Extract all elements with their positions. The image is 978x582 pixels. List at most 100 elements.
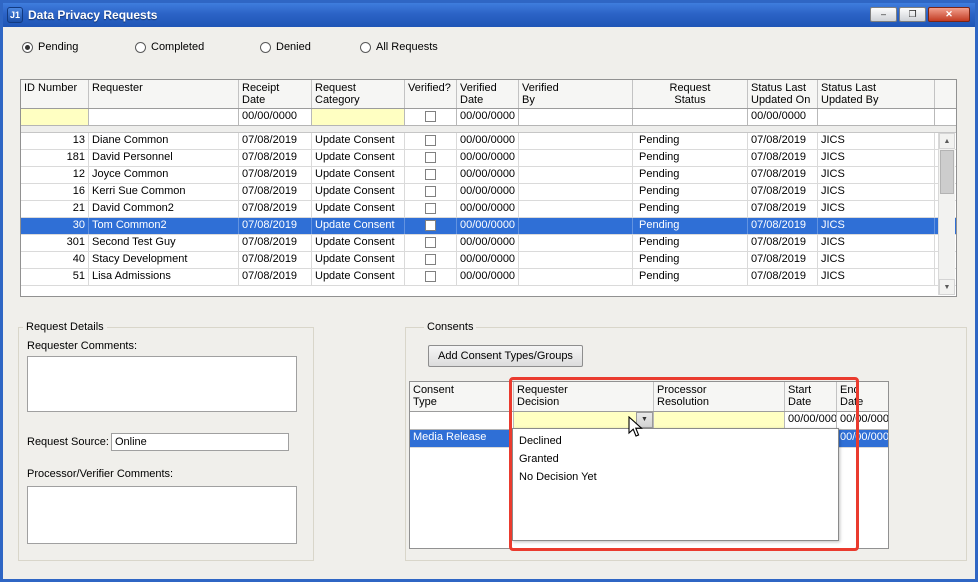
grid-separator — [21, 126, 956, 133]
requests-filter-verified-by[interactable] — [519, 109, 633, 125]
consents-filter-processor-resolution[interactable] — [654, 412, 785, 429]
requests-cell-request-status: Pending — [633, 150, 748, 166]
requests-row[interactable]: 16Kerri Sue Common07/08/2019Update Conse… — [21, 184, 956, 201]
requests-row[interactable]: 181David Personnel07/08/2019Update Conse… — [21, 150, 956, 167]
requests-column-header-request-category[interactable]: Request Category — [312, 80, 405, 108]
requests-row[interactable]: 13Diane Common07/08/2019Update Consent00… — [21, 133, 956, 150]
requester-comments-input[interactable] — [27, 356, 297, 412]
consents-column-header-end-date[interactable]: End Date — [837, 382, 888, 411]
verified-checkbox[interactable] — [425, 152, 436, 163]
requests-cell-request-status: Pending — [633, 201, 748, 217]
requests-cell-verified-date: 00/00/0000 — [457, 150, 519, 166]
add-consent-types-button[interactable]: Add Consent Types/Groups — [428, 345, 583, 367]
requests-row[interactable]: 51Lisa Admissions07/08/2019Update Consen… — [21, 269, 956, 286]
requests-filter-receipt-date[interactable]: 00/00/0000 — [239, 109, 312, 125]
maximize-button[interactable]: ❐ — [899, 7, 926, 22]
requests-filter-request-status[interactable] — [633, 109, 748, 125]
request-source-input[interactable] — [111, 433, 289, 451]
verified-checkbox[interactable] — [425, 135, 436, 146]
dropdown-option[interactable]: No Decision Yet — [513, 468, 838, 486]
requests-column-header-verified[interactable]: Verified? — [405, 80, 457, 108]
requests-filter-verified[interactable] — [405, 109, 457, 125]
scroll-down-icon[interactable]: ▼ — [939, 279, 955, 295]
verified-checkbox[interactable] — [425, 254, 436, 265]
requests-column-header-status-last-updated-on[interactable]: Status Last Updated On — [748, 80, 818, 108]
app-logo-icon: J1 — [7, 7, 23, 23]
requests-cell-verified-by — [519, 201, 633, 217]
requests-row[interactable]: 40Stacy Development07/08/2019Update Cons… — [21, 252, 956, 269]
requests-cell-id-number: 21 — [21, 201, 89, 217]
consents-column-header-requester-decision[interactable]: Requester Decision — [514, 382, 654, 411]
verified-checkbox[interactable] — [425, 271, 436, 282]
scroll-thumb[interactable] — [940, 150, 954, 194]
requests-cell-receipt-date: 07/08/2019 — [239, 167, 312, 183]
consents-column-header-start-date[interactable]: Start Date — [785, 382, 837, 411]
requests-filter-verified-date[interactable]: 00/00/0000 — [457, 109, 519, 125]
consents-filter-start-date[interactable]: 00/00/0000 — [785, 412, 837, 429]
requests-column-header-request-status[interactable]: Request Status — [633, 80, 748, 108]
requests-cell-request-status: Pending — [633, 133, 748, 149]
verified-checkbox[interactable] — [425, 237, 436, 248]
requests-column-header-status-last-updated-by[interactable]: Status Last Updated By — [818, 80, 935, 108]
requests-cell-request-status: Pending — [633, 235, 748, 251]
mouse-cursor-icon — [628, 416, 646, 440]
requests-cell-request-status: Pending — [633, 167, 748, 183]
radio-pending[interactable]: Pending — [22, 41, 78, 53]
requests-cell-status-last-updated-by: JICS — [818, 201, 935, 217]
requests-cell-request-category: Update Consent — [312, 252, 405, 268]
dropdown-option[interactable]: Granted — [513, 450, 838, 468]
dropdown-option[interactable]: Declined — [513, 432, 838, 450]
group-label: Request Details — [23, 322, 107, 333]
requests-row[interactable]: 30Tom Common207/08/2019Update Consent00/… — [21, 218, 956, 235]
requests-row[interactable]: 21David Common207/08/2019Update Consent0… — [21, 201, 956, 218]
requests-filter-status-last-updated-on[interactable]: 00/00/0000 — [748, 109, 818, 125]
requests-cell-requester: David Personnel — [89, 150, 239, 166]
scroll-up-icon[interactable]: ▲ — [939, 133, 955, 149]
requests-row[interactable]: 12Joyce Common07/08/2019Update Consent00… — [21, 167, 956, 184]
radio-label: Pending — [38, 41, 78, 53]
verified-checkbox[interactable] — [425, 186, 436, 197]
request-source-label: Request Source: — [27, 436, 109, 448]
requests-cell-verified-by — [519, 133, 633, 149]
requests-cell-receipt-date: 07/08/2019 — [239, 235, 312, 251]
requests-filter-requester[interactable] — [89, 109, 239, 125]
requests-cell-requester: Kerri Sue Common — [89, 184, 239, 200]
requests-cell-status-last-updated-on: 07/08/2019 — [748, 133, 818, 149]
minimize-button[interactable]: – — [870, 7, 897, 22]
requests-cell-verified-by — [519, 269, 633, 285]
requests-cell-verified-date: 00/00/0000 — [457, 218, 519, 234]
requests-column-header-requester[interactable]: Requester — [89, 80, 239, 108]
requests-filter-id-number[interactable] — [21, 109, 89, 125]
requests-column-header-id-number[interactable]: ID Number — [21, 80, 89, 108]
consents-column-header-processor-resolution[interactable]: Processor Resolution — [654, 382, 785, 411]
consents-filter-consent-type[interactable] — [410, 412, 514, 429]
verified-checkbox[interactable] — [425, 203, 436, 214]
requests-filter-request-category[interactable] — [312, 109, 405, 125]
radio-completed[interactable]: Completed — [135, 41, 204, 53]
requests-cell-status-last-updated-on: 07/08/2019 — [748, 201, 818, 217]
requests-cell-id-number: 16 — [21, 184, 89, 200]
requests-row[interactable]: 301Second Test Guy07/08/2019Update Conse… — [21, 235, 956, 252]
close-button[interactable]: ✕ — [928, 7, 970, 22]
requests-cell-status-last-updated-on: 07/08/2019 — [748, 269, 818, 285]
radio-label: Denied — [276, 41, 311, 53]
requests-grid-scrollbar[interactable]: ▲ ▼ — [938, 133, 955, 295]
requests-cell-status-last-updated-by: JICS — [818, 167, 935, 183]
requests-filter-status-last-updated-by[interactable] — [818, 109, 935, 125]
consents-group: Consents Add Consent Types/Groups Consen… — [405, 327, 967, 561]
requests-cell-request-category: Update Consent — [312, 218, 405, 234]
requests-cell-id-number: 40 — [21, 252, 89, 268]
requests-filter-checkbox[interactable] — [425, 111, 436, 122]
requests-cell-status-last-updated-by: JICS — [818, 269, 935, 285]
consents-column-header-consent-type[interactable]: Consent Type — [410, 382, 514, 411]
requests-column-header-receipt-date[interactable]: Receipt Date — [239, 80, 312, 108]
requests-column-header-verified-by[interactable]: Verified By — [519, 80, 633, 108]
processor-comments-label: Processor/Verifier Comments: — [27, 468, 173, 480]
radio-all-requests[interactable]: All Requests — [360, 41, 438, 53]
consents-filter-end-date[interactable]: 00/00/0000 — [837, 412, 889, 429]
processor-comments-input[interactable] — [27, 486, 297, 544]
radio-denied[interactable]: Denied — [260, 41, 311, 53]
requests-column-header-verified-date[interactable]: Verified Date — [457, 80, 519, 108]
verified-checkbox[interactable] — [425, 169, 436, 180]
verified-checkbox[interactable] — [425, 220, 436, 231]
